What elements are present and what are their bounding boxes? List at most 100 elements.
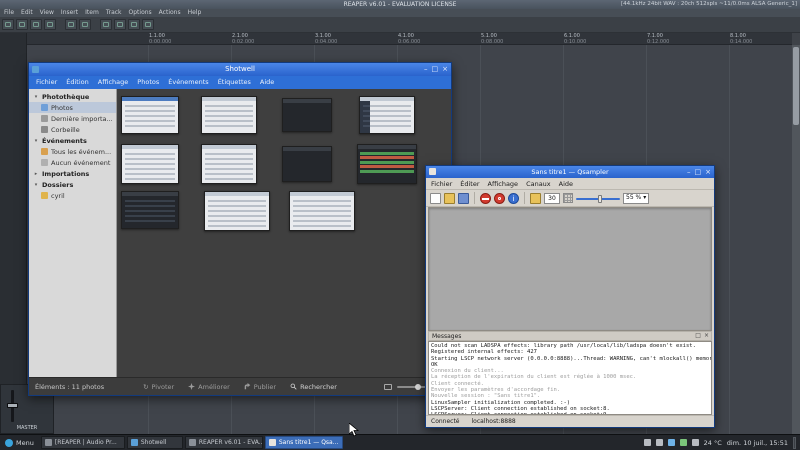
menu-etiquettes[interactable]: Étiquettes — [218, 76, 251, 89]
clock[interactable]: dim. 10 juil., 15:51 — [727, 439, 788, 447]
expander-icon[interactable]: ▸ — [33, 171, 39, 177]
menu-file[interactable]: File — [4, 9, 14, 17]
sidebar-item-imports[interactable]: ▸Importations — [29, 168, 116, 179]
network-icon[interactable] — [668, 439, 675, 446]
start-menu-button[interactable]: Menu — [0, 435, 39, 450]
sidebar-item-folders[interactable]: ▾Dossiers — [29, 179, 116, 190]
reaper-titlebar[interactable]: REAPER v6.01 - EVALUATION LICENSE [44.1k… — [0, 0, 800, 9]
photo-thumbnail[interactable] — [121, 191, 179, 229]
add-channel-icon[interactable] — [530, 193, 541, 204]
zoom-slider-knob[interactable] — [415, 384, 421, 390]
scrollbar-thumb[interactable] — [793, 47, 799, 125]
timeline-ruler[interactable]: 1.1.000:00.000 2.1.000:02.000 3.1.000:04… — [27, 33, 792, 45]
expander-icon[interactable]: ▾ — [33, 94, 39, 100]
metronome-icon[interactable] — [100, 19, 112, 30]
menu-aide[interactable]: Aide — [559, 178, 573, 189]
photo-thumbnail[interactable] — [357, 144, 417, 184]
lock-icon[interactable] — [128, 19, 140, 30]
temperature-indicator[interactable]: 24 °C — [704, 439, 722, 447]
crossfade-icon[interactable] — [142, 19, 154, 30]
menu-track[interactable]: Track — [106, 9, 122, 17]
new-session-icon[interactable] — [430, 193, 441, 204]
search-button[interactable]: Rechercher — [290, 383, 337, 391]
ripple-edit-icon[interactable] — [44, 19, 56, 30]
photo-thumbnail[interactable] — [282, 98, 332, 132]
menu-affichage[interactable]: Affichage — [98, 76, 129, 89]
task-qsampler[interactable]: Sans titre1 — Qsa... — [265, 436, 343, 449]
photo-thumbnail[interactable] — [201, 144, 257, 184]
updates-icon[interactable] — [680, 439, 687, 446]
volume-icon[interactable] — [656, 439, 663, 446]
menu-help[interactable]: Help — [188, 9, 202, 17]
dock-close-button[interactable]: × — [704, 331, 709, 341]
expander-icon[interactable]: ▾ — [33, 182, 39, 188]
info-icon[interactable]: i — [508, 193, 519, 204]
menu-fichier[interactable]: Fichier — [431, 178, 452, 189]
grouping-icon[interactable] — [79, 19, 91, 30]
sidebar-item-photos[interactable]: Photos — [29, 102, 116, 113]
sidebar-item-user-folder[interactable]: cyril — [29, 190, 116, 201]
photo-thumbnail[interactable] — [359, 96, 415, 134]
enhance-button[interactable]: Améliorer — [188, 383, 230, 391]
volume-slider-knob[interactable] — [598, 195, 602, 203]
qsampler-workspace[interactable] — [428, 207, 712, 331]
vertical-scrollbar[interactable] — [792, 45, 800, 434]
photo-thumbnail[interactable] — [289, 191, 355, 231]
clipboard-icon[interactable] — [644, 439, 651, 446]
menu-evenements[interactable]: Événements — [168, 76, 208, 89]
qsampler-titlebar[interactable]: Sans titre1 — Qsampler – □ × — [426, 166, 714, 178]
minimize-button[interactable]: – — [424, 63, 428, 76]
photo-thumbnail[interactable] — [282, 146, 332, 182]
sidebar-item-last-import[interactable]: Dernière importa... — [29, 113, 116, 124]
menu-affichage[interactable]: Affichage — [488, 178, 519, 189]
open-session-icon[interactable] — [444, 193, 455, 204]
arrow-tool-icon[interactable] — [2, 19, 14, 30]
dock-float-button[interactable]: □ — [695, 331, 701, 341]
save-session-icon[interactable] — [458, 193, 469, 204]
sidebar-item-trash[interactable]: Corbeille — [29, 124, 116, 135]
menu-item[interactable]: Item — [85, 9, 99, 17]
expander-icon[interactable]: ▾ — [33, 138, 39, 144]
task-shotwell[interactable]: Shotwell — [127, 436, 183, 449]
close-button[interactable]: × — [705, 166, 711, 178]
reset-sampler-icon[interactable] — [480, 193, 491, 204]
photo-thumbnail[interactable] — [121, 144, 179, 184]
menu-canaux[interactable]: Canaux — [526, 178, 551, 189]
task-reaper[interactable]: REAPER v6.01 - EVA... — [185, 436, 263, 449]
close-button[interactable]: × — [442, 63, 448, 76]
menu-fichier[interactable]: Fichier — [36, 76, 57, 89]
channels-grid-icon[interactable] — [563, 193, 573, 203]
minimize-button[interactable]: – — [687, 166, 691, 178]
menu-photos[interactable]: Photos — [137, 76, 159, 89]
menu-edit[interactable]: Edit — [21, 9, 33, 17]
magnet-snap-icon[interactable] — [30, 19, 42, 30]
show-desktop-button[interactable] — [793, 437, 796, 449]
sidebar-item-events[interactable]: ▾Événements — [29, 135, 116, 146]
menu-editer[interactable]: Éditer — [460, 178, 479, 189]
volume-slider[interactable] — [576, 193, 620, 204]
menu-view[interactable]: View — [40, 9, 54, 17]
menu-options[interactable]: Options — [129, 9, 152, 17]
sidebar-item-no-event[interactable]: Aucun événement — [29, 157, 116, 168]
restart-sampler-icon[interactable] — [494, 193, 505, 204]
bluetooth-icon[interactable] — [692, 439, 699, 446]
maximize-button[interactable]: □ — [432, 63, 439, 76]
rotate-button[interactable]: ↻Pivoter — [143, 383, 174, 391]
master-fader[interactable] — [7, 403, 18, 408]
messages-panel-header[interactable]: Messages □ × — [428, 331, 712, 341]
menu-insert[interactable]: Insert — [61, 9, 78, 17]
sidebar-item-library[interactable]: ▾Photothèque — [29, 91, 116, 102]
volume-combo[interactable]: 55 %▾ — [623, 193, 649, 204]
task-reaper-audio[interactable]: [REAPER | Audio Pr... — [41, 436, 125, 449]
photo-thumbnail[interactable] — [121, 96, 179, 134]
menu-aide[interactable]: Aide — [260, 76, 274, 89]
publish-button[interactable]: Publier — [244, 383, 276, 391]
envelope-icon[interactable] — [16, 19, 28, 30]
menu-edition[interactable]: Édition — [66, 76, 89, 89]
photo-thumbnail[interactable] — [201, 96, 257, 134]
grid-icon[interactable] — [65, 19, 77, 30]
channel-spinbox[interactable]: 30 — [544, 193, 560, 204]
messages-log[interactable]: Could not scan LADSPA effects: library p… — [428, 341, 712, 415]
maximize-button[interactable]: □ — [695, 166, 702, 178]
sidebar-item-all-events[interactable]: Tous les événem... — [29, 146, 116, 157]
